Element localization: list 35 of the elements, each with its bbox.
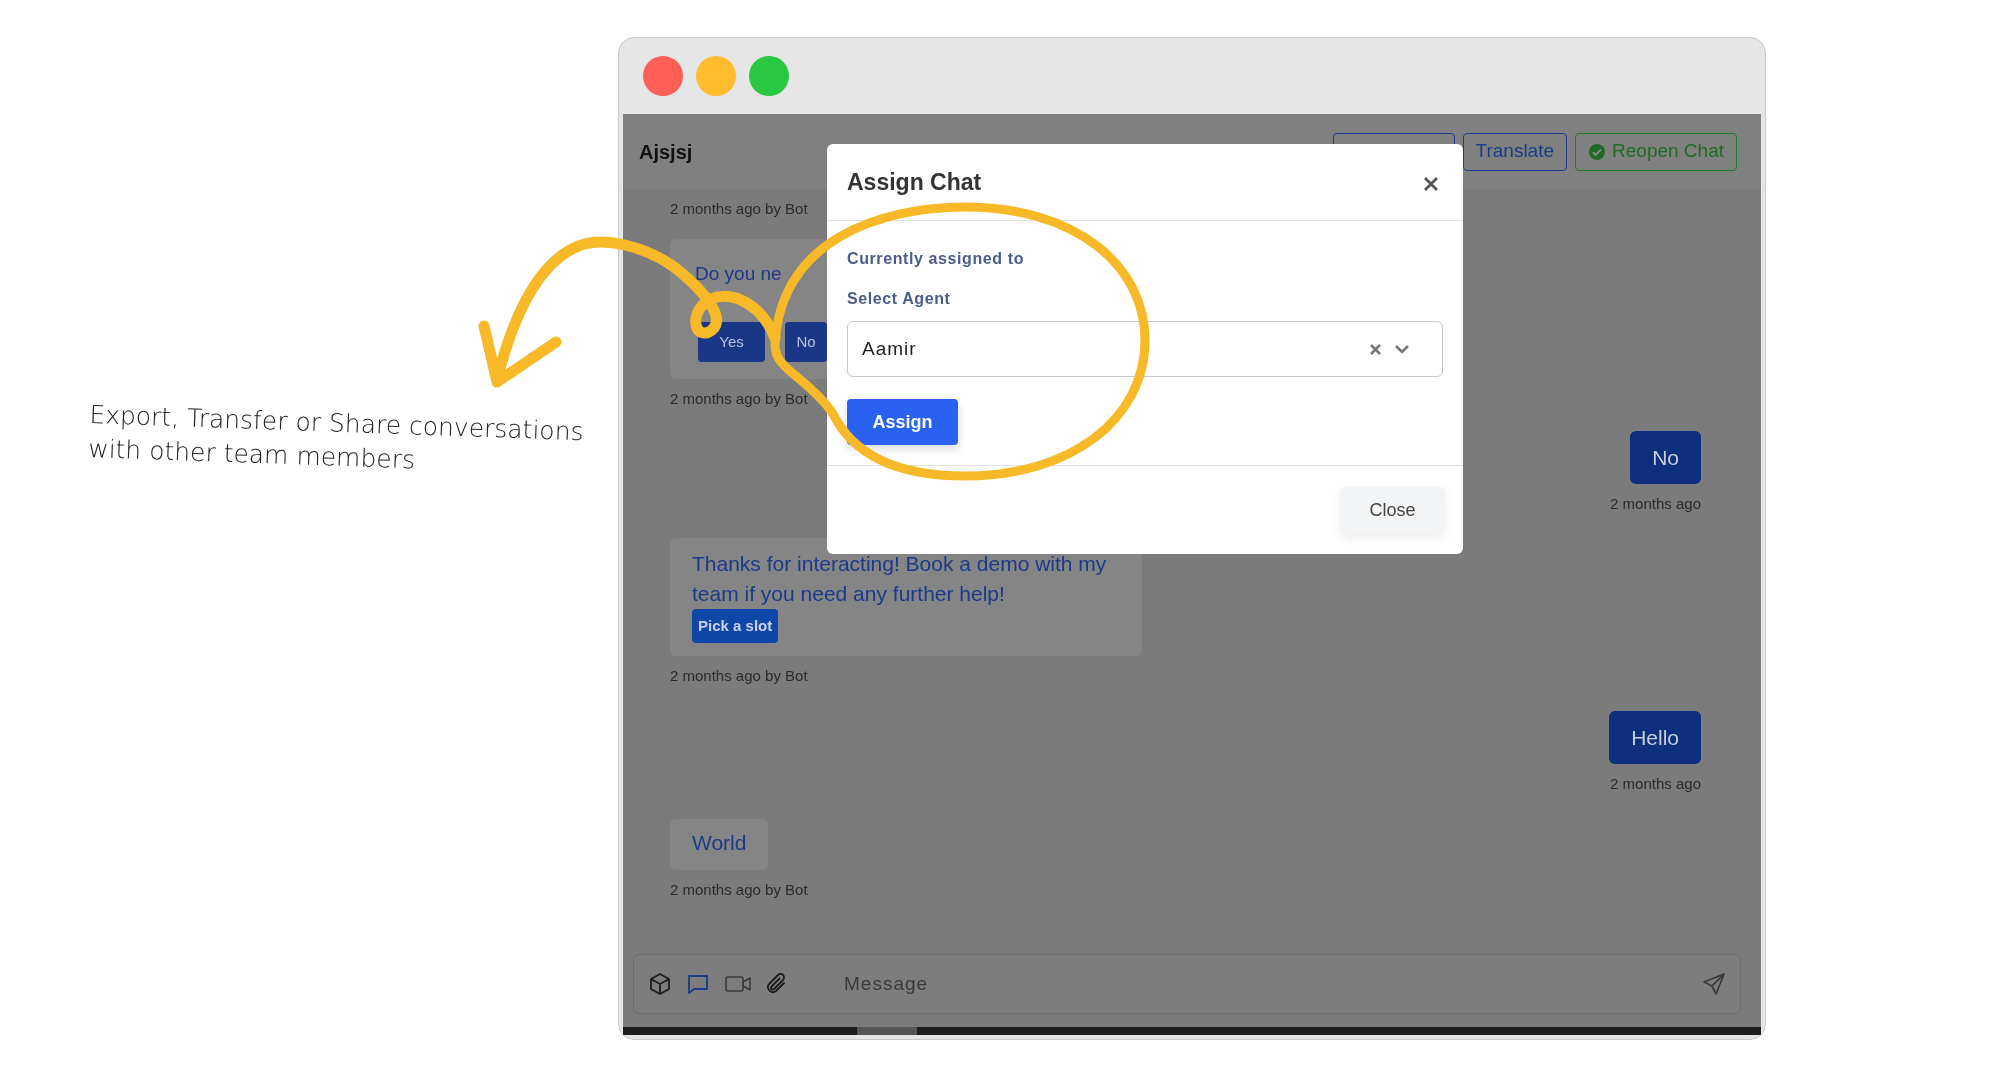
clear-icon[interactable] <box>1369 342 1382 356</box>
user-message-bubble: No <box>1630 431 1701 484</box>
dialog-title: Assign Chat <box>847 167 982 197</box>
select-agent-label: Select Agent <box>847 289 952 309</box>
scrollbar-thumb[interactable] <box>857 1027 917 1035</box>
message-time: 2 months ago by Bot <box>670 880 809 900</box>
message-field[interactable]: Message <box>633 954 1741 1014</box>
send-icon[interactable] <box>1702 972 1726 996</box>
annotation-text: Export, Transfer or Share conversations with other team members <box>87 399 586 477</box>
message-time: 2 months ago by Bot <box>670 199 809 219</box>
message-time: 2 months ago by Bot <box>670 666 809 686</box>
message-text: World <box>692 830 747 856</box>
quick-reply-button[interactable]: No <box>785 322 827 362</box>
video-camera-icon[interactable] <box>724 973 752 995</box>
message-time: 2 months ago by Bot <box>670 389 809 409</box>
chat-title: Ajsjsj <box>639 139 693 165</box>
check-circle-icon <box>1588 142 1607 161</box>
message-text: Thanks for interacting! Book a demo with my team if you need any further help! <box>692 551 1108 607</box>
window-control-dot[interactable] <box>643 56 683 96</box>
window-control-dot[interactable] <box>749 56 789 96</box>
window-control-dot[interactable] <box>696 56 736 96</box>
chat-icon[interactable] <box>686 972 710 996</box>
message-input[interactable]: Message <box>842 968 1688 1000</box>
message-text: Do you ne <box>695 263 782 284</box>
chevron-down-icon[interactable] <box>1394 343 1410 355</box>
agent-select[interactable]: Aamir <box>847 321 1443 377</box>
assigned-label: Currently assigned to <box>847 249 1026 269</box>
assign-button[interactable]: Assign <box>847 399 958 445</box>
message-time: 2 months ago <box>1610 774 1701 794</box>
message-time: 2 months ago <box>1610 494 1701 514</box>
paperclip-icon[interactable] <box>766 972 788 996</box>
close-button[interactable]: Close <box>1340 486 1445 534</box>
cube-icon[interactable] <box>648 972 672 996</box>
user-message-bubble: Hello <box>1609 711 1701 764</box>
pick-slot-button[interactable]: Pick a slot <box>692 609 779 643</box>
